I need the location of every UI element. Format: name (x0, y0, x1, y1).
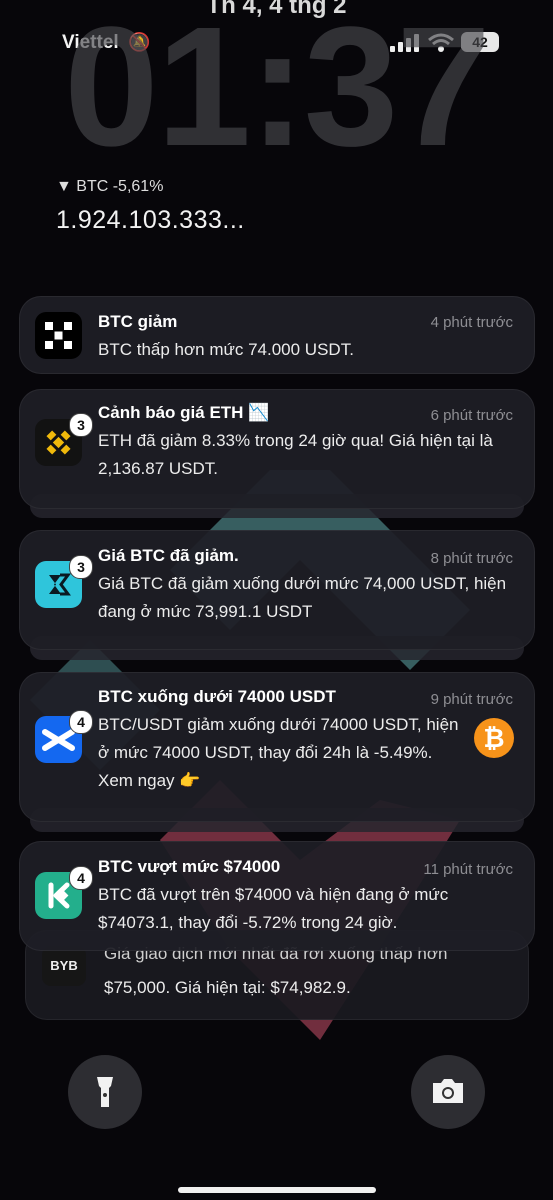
flashlight-button[interactable] (68, 1055, 142, 1129)
home-indicator[interactable] (178, 1187, 376, 1193)
notification-count-badge: 4 (69, 710, 93, 734)
notification-title: BTC vượt mức $74000 (98, 857, 281, 876)
notification-bitget[interactable]: 3 Giá BTC đã giảm. 8 phút trước Giá BTC … (19, 530, 535, 650)
notification-title: Cảnh báo giá ETH 📉 (98, 403, 270, 422)
notification-time: 8 phút trước (430, 550, 513, 567)
notification-time: 6 phút trước (430, 407, 513, 424)
notification-title: BTC giảm (98, 312, 178, 331)
notification-time: 4 phút trước (430, 314, 513, 331)
notification-count-badge: 4 (69, 866, 93, 890)
notification-body: Giá BTC đã giảm xuống dưới mức 74,000 US… (98, 574, 507, 621)
camera-button[interactable] (411, 1055, 485, 1129)
notification-body: BTC/USDT giảm xuống dưới 74000 USDT, hiệ… (98, 715, 459, 790)
bybit-icon: BYB (42, 946, 86, 986)
notification-okx[interactable]: BTC giảm 4 phút trước BTC thấp hơn mức 7… (19, 296, 535, 374)
notification-time: 11 phút trước (423, 861, 513, 878)
notification-kucoin[interactable]: 4 BTC vượt mức $74000 11 phút trước BTC … (19, 841, 535, 951)
btc-change: ▼ BTC -5,61% (56, 178, 164, 195)
notification-title: Giá BTC đã giảm. (98, 546, 239, 565)
notification-time: 9 phút trước (430, 691, 513, 708)
btc-widget[interactable]: ▼ BTC -5,61% 1.924.103.333... (56, 178, 245, 235)
notification-body: $75,000. Giá hiện tại: $74,982.9. (104, 978, 351, 997)
notification-body: BTC đã vượt trên $74000 và hiện đang ở m… (98, 885, 449, 932)
bitcoin-icon: ₿ (474, 718, 514, 758)
notification-count-badge: 3 (69, 555, 93, 579)
btc-price: 1.924.103.333... (56, 206, 245, 234)
camera-icon (433, 1079, 463, 1103)
notification-mexc[interactable]: 4 BTC xuống dưới 74000 USDT 9 phút trước… (19, 672, 535, 822)
notification-count-badge: 3 (69, 413, 93, 437)
flashlight-icon (97, 1077, 113, 1107)
notification-title: BTC xuống dưới 74000 USDT (98, 687, 336, 706)
lock-clock: 01:37 (64, 0, 491, 182)
notification-binance[interactable]: 3 Cảnh báo giá ETH 📉 6 phút trước ETH đã… (19, 389, 535, 509)
notification-body: ETH đã giảm 8.33% trong 24 giờ qua! Giá … (98, 431, 493, 478)
okx-icon (35, 312, 82, 359)
notification-body: BTC thấp hơn mức 74.000 USDT. (98, 340, 354, 359)
